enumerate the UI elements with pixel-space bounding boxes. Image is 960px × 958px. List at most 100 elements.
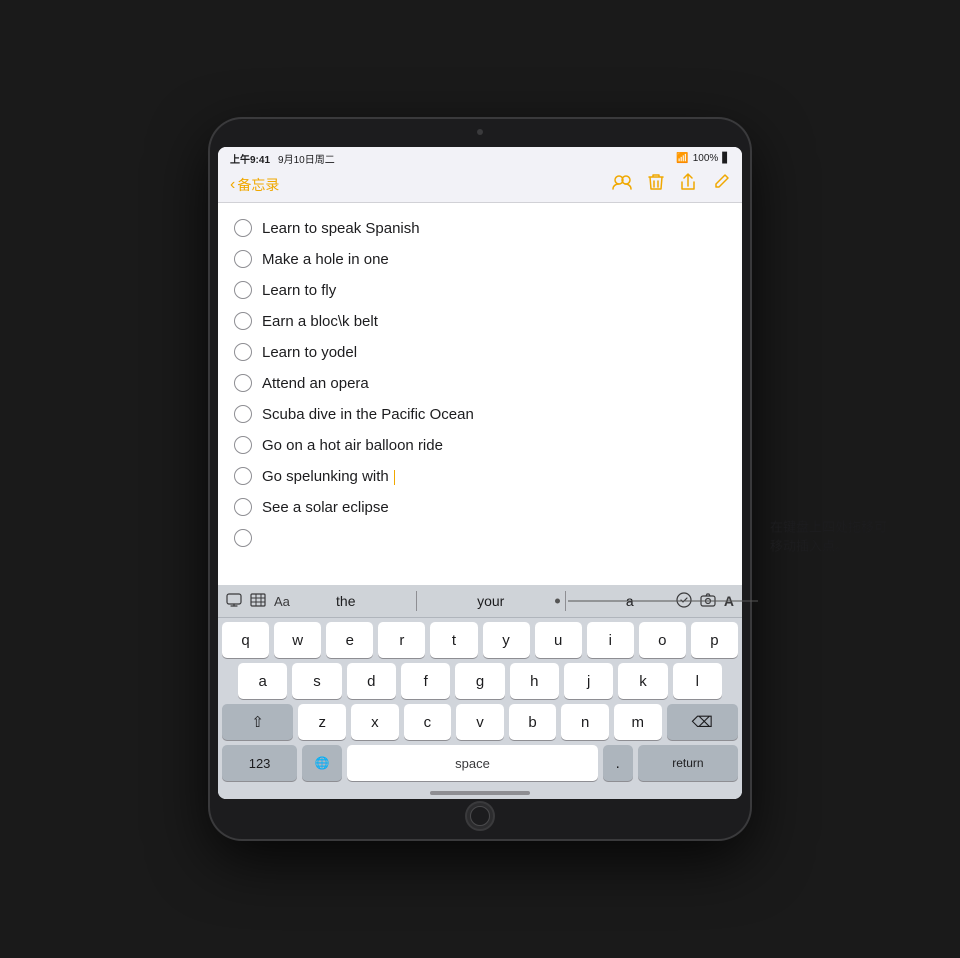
list-item: Learn to speak Spanish [234,213,726,244]
bottom-bar [218,788,742,799]
list-item: Earn a bloc\k belt [234,306,726,337]
item-text: Earn a bloc\k belt [262,311,726,332]
key-j[interactable]: j [564,663,613,699]
list-item: Learn to fly [234,275,726,306]
shift-key[interactable]: ⇧ [222,704,293,740]
check-circle[interactable] [234,343,252,361]
home-button-inner [470,806,490,826]
item-text: Go spelunking with [262,466,726,487]
share-icon[interactable] [680,173,696,196]
battery-text: 100% [693,153,719,164]
keyboard-area: Aa the your a [218,585,742,799]
status-bar: 上午9:41 9月10日周二 📶 100% ▋ [218,147,742,169]
compose-icon[interactable] [712,173,730,196]
check-circle[interactable] [234,529,252,547]
check-circle[interactable] [234,436,252,454]
item-text: Learn to speak Spanish [262,218,726,239]
item-text: Attend an opera [262,373,726,394]
key-f[interactable]: f [401,663,450,699]
check-circle[interactable] [234,498,252,516]
key-p[interactable]: p [691,622,738,658]
pred-icons-left: Aa [226,593,290,610]
collab-icon[interactable] [612,174,632,195]
key-v[interactable]: v [456,704,504,740]
annotation-dot [555,599,560,604]
trash-icon[interactable] [648,173,664,196]
key-d[interactable]: d [347,663,396,699]
check-circle[interactable] [234,281,252,299]
annotation-text: 在键盘上四处拖移可 移动插入点。 [770,517,950,556]
key-m[interactable]: m [614,704,662,740]
key-t[interactable]: t [430,622,477,658]
item-text: Scuba dive in the Pacific Ocean [262,404,726,425]
note-content[interactable]: Learn to speak Spanish Make a hole in on… [218,203,742,585]
key-a[interactable]: a [238,663,287,699]
list-item: Make a hole in one [234,244,726,275]
battery-icon: ▋ [722,153,730,164]
key-l[interactable]: l [673,663,722,699]
key-w[interactable]: w [274,622,321,658]
item-text: See a solar eclipse [262,497,726,518]
list-item: Learn to yodel [234,337,726,368]
key-n[interactable]: n [561,704,609,740]
key-x[interactable]: x [351,704,399,740]
list-item: Attend an opera [234,368,726,399]
check-circle[interactable] [234,312,252,330]
pred-divider [416,591,417,611]
back-arrow-icon: ‹ [230,176,235,194]
text-cursor [394,470,396,485]
pred-word-the[interactable]: the [328,591,363,611]
key-row-4: 123 🌐 space . return [222,745,738,781]
item-text: Learn to fly [262,280,726,301]
key-z[interactable]: z [298,704,346,740]
key-g[interactable]: g [455,663,504,699]
check-circle[interactable] [234,250,252,268]
key-i[interactable]: i [587,622,634,658]
list-item-cursor: Go spelunking with [234,461,726,492]
key-s[interactable]: s [292,663,341,699]
numbers-key[interactable]: 123 [222,745,297,781]
space-key[interactable]: space [347,745,598,781]
status-date: 9月10日周二 [278,151,335,166]
return-key[interactable]: return [638,745,738,781]
camera-dot [477,129,483,135]
font-size-icon[interactable]: Aa [274,594,290,609]
key-k[interactable]: k [618,663,667,699]
status-time: 上午9:41 [230,151,270,166]
key-r[interactable]: r [378,622,425,658]
nav-actions [612,173,730,196]
item-text: Make a hole in one [262,249,726,270]
keyboard-rows: q w e r t y u i o p a s [218,618,742,788]
list-item: Go on a hot air balloon ride [234,430,726,461]
item-text: Go on a hot air balloon ride [262,435,726,456]
check-circle[interactable] [234,374,252,392]
key-b[interactable]: b [509,704,557,740]
keyboard-dismiss-icon[interactable] [226,593,242,610]
key-u[interactable]: u [535,622,582,658]
emoji-key[interactable]: 🌐 [302,745,342,781]
wifi-icon: 📶 [676,153,688,164]
nav-bar: ‹ 备忘录 [218,169,742,203]
key-y[interactable]: y [483,622,530,658]
backspace-key[interactable]: ⌫ [667,704,738,740]
key-o[interactable]: o [639,622,686,658]
key-h[interactable]: h [510,663,559,699]
key-e[interactable]: e [326,622,373,658]
check-circle[interactable] [234,405,252,423]
list-item-empty [234,523,726,552]
check-circle[interactable] [234,219,252,237]
home-bar [430,791,530,795]
back-button[interactable]: ‹ 备忘录 [230,175,279,195]
key-q[interactable]: q [222,622,269,658]
key-c[interactable]: c [404,704,452,740]
table-icon[interactable] [250,593,266,610]
pred-word-your[interactable]: your [469,591,512,611]
period-key[interactable]: . [603,745,633,781]
key-row-3: ⇧ z x c v b n m ⌫ [222,704,738,740]
annotation-line [568,601,758,602]
item-text: Learn to yodel [262,342,726,363]
home-button[interactable] [465,801,495,831]
key-row-2: a s d f g h j k l [222,663,738,699]
screen: 上午9:41 9月10日周二 📶 100% ▋ ‹ 备忘录 [218,147,742,799]
check-circle[interactable] [234,467,252,485]
